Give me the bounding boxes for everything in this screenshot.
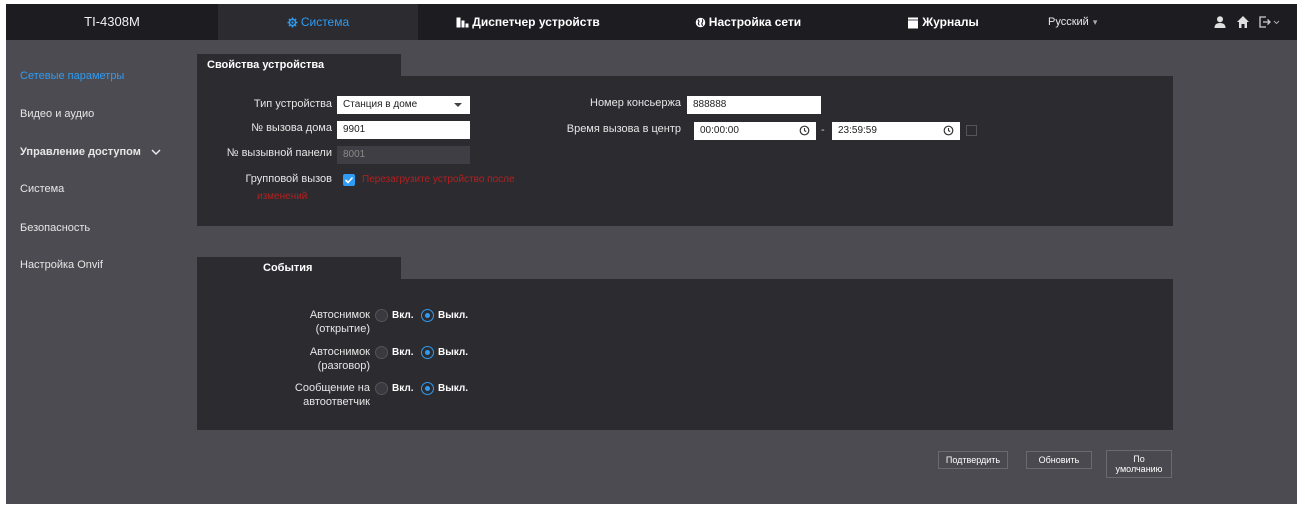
answering-machine-label-line2: автоответчик	[303, 396, 370, 408]
logout-icon[interactable]	[1258, 15, 1282, 29]
gear-icon	[287, 17, 298, 28]
default-button[interactable]: По умолчанию	[1106, 450, 1172, 478]
answering-machine-off-label: Выкл.	[438, 383, 469, 394]
auto-snapshot-open-off-label: Выкл.	[438, 310, 469, 321]
confirm-button[interactable]: Подтвердить	[938, 451, 1008, 469]
call-time-separator: -	[821, 124, 825, 136]
nav-tab-device-manager-label: Диспетчер устройств	[472, 15, 600, 29]
tab-device-properties[interactable]: Свойства устройства	[197, 54, 401, 76]
sidebar-item-security[interactable]: Безопасность	[20, 222, 90, 234]
home-icon[interactable]	[1236, 15, 1250, 29]
sidebar-item-onvif[interactable]: Настройка Onvif	[20, 259, 103, 271]
call-time-from-value: 00:00:00	[700, 125, 739, 136]
sidebar-item-access-control[interactable]: Управление доступом	[20, 146, 161, 158]
top-navigation-bar: TI-4308M Система Диспетчер устройств Нас…	[6, 4, 1297, 40]
house-call-input[interactable]: 9901	[337, 121, 470, 139]
devices-icon	[456, 17, 469, 28]
sidebar-item-access-control-label: Управление доступом	[20, 146, 141, 158]
tab-events[interactable]: События	[197, 257, 401, 279]
reboot-warning-line1: Перезагрузите устройство после	[362, 174, 515, 185]
sidebar-item-network-params[interactable]: Сетевые параметры	[20, 70, 124, 82]
panel-call-input: 8001	[337, 146, 470, 164]
auto-snapshot-talk-label-line2: (разговор)	[317, 360, 370, 372]
device-type-label: Тип устройства	[253, 98, 332, 110]
device-type-select[interactable]: Станция в доме	[337, 96, 470, 114]
clock-icon	[943, 125, 954, 136]
auto-snapshot-open-on-radio[interactable]	[375, 309, 388, 322]
auto-snapshot-open-off-radio[interactable]	[421, 309, 434, 322]
log-icon	[908, 17, 919, 29]
nav-tab-network-label: Настройка сети	[708, 15, 802, 29]
language-select[interactable]: Русский ▾	[1048, 4, 1097, 40]
chevron-down-icon	[151, 149, 161, 155]
answering-machine-on-radio[interactable]	[375, 382, 388, 395]
nav-tab-logs-label: Журналы	[922, 15, 979, 29]
reboot-warning-line2: изменений	[257, 191, 308, 202]
answering-machine-off-radio[interactable]	[421, 382, 434, 395]
default-button-line1: По	[1133, 453, 1145, 464]
user-icon[interactable]	[1213, 15, 1227, 29]
language-value: Русский	[1048, 16, 1089, 28]
app-window: TI-4308M Система Диспетчер устройств Нас…	[6, 4, 1297, 504]
call-time-to-input[interactable]: 23:59:59	[832, 122, 960, 140]
auto-snapshot-talk-on-radio[interactable]	[375, 346, 388, 359]
auto-snapshot-talk-on-label: Вкл.	[392, 347, 414, 358]
sidebar-item-system[interactable]: Система	[20, 183, 64, 195]
nav-tab-logs[interactable]: Журналы	[858, 4, 1028, 40]
call-time-to-value: 23:59:59	[838, 125, 877, 136]
concierge-label: Номер консьержа	[590, 97, 681, 109]
answering-machine-on-label: Вкл.	[392, 383, 414, 394]
sidebar-item-video-audio[interactable]: Видео и аудио	[20, 108, 94, 120]
nav-tab-network[interactable]: Настройка сети	[638, 4, 858, 40]
refresh-button[interactable]: Обновить	[1026, 451, 1092, 469]
answering-machine-label-line1: Сообщение на	[294, 382, 370, 394]
auto-snapshot-open-label-line1: Автоснимок	[309, 309, 370, 321]
chevron-down-icon: ▾	[1092, 17, 1098, 27]
panel-call-label: № вызывной панели	[226, 147, 332, 159]
call-time-label: Время вызова в центр	[566, 123, 681, 135]
globe-icon	[695, 18, 706, 28]
call-time-checkbox[interactable]	[966, 125, 977, 136]
nav-tab-system[interactable]: Система	[218, 4, 418, 40]
nav-tab-system-label: Система	[300, 15, 350, 29]
auto-snapshot-open-label-line2: (открытие)	[315, 323, 370, 335]
group-call-checkbox[interactable]	[343, 174, 355, 186]
auto-snapshot-talk-off-radio[interactable]	[421, 346, 434, 359]
auto-snapshot-open-on-label: Вкл.	[392, 310, 414, 321]
nav-tab-device-manager[interactable]: Диспетчер устройств	[418, 4, 638, 40]
auto-snapshot-talk-label-line1: Автоснимок	[309, 346, 370, 358]
device-model: TI-4308M	[84, 14, 140, 29]
device-type-value: Станция в доме	[343, 99, 418, 110]
check-icon	[344, 176, 354, 184]
concierge-input[interactable]: 888888	[687, 96, 821, 114]
house-call-label: № вызова дома	[251, 122, 332, 134]
call-time-from-input[interactable]: 00:00:00	[694, 122, 816, 140]
chevron-down-icon	[454, 103, 462, 107]
group-call-label: Групповой вызов	[245, 173, 332, 185]
auto-snapshot-talk-off-label: Выкл.	[438, 347, 469, 358]
default-button-line2: умолчанию	[1115, 464, 1163, 474]
clock-icon	[799, 125, 810, 136]
